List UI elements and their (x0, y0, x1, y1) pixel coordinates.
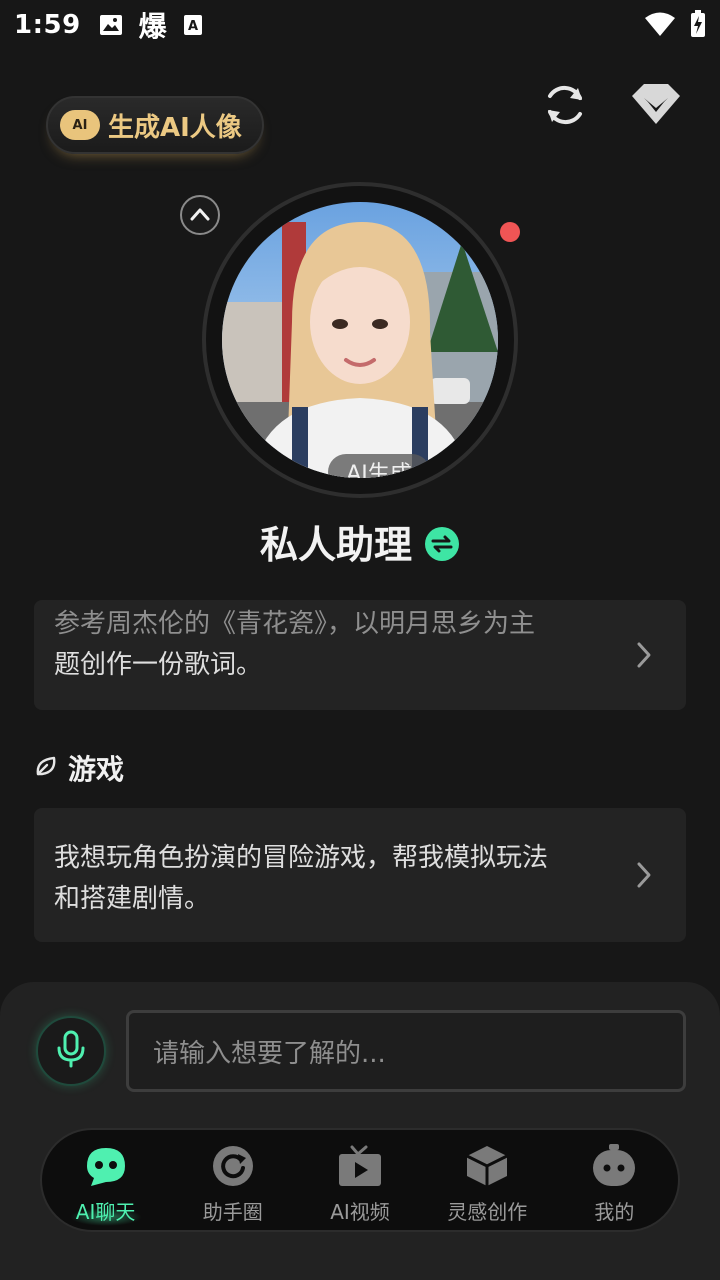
refresh-icon[interactable] (542, 82, 588, 132)
prompt-card-text-line: 我想玩角色扮演的冒险游戏，帮我模拟玩法 (54, 843, 549, 873)
microphone-icon (56, 1030, 86, 1072)
tab-assistant-circle[interactable]: 助手圈 (169, 1130, 296, 1230)
status-bar: 1:59 爆 A (0, 0, 720, 50)
tab-ai-chat[interactable]: AI聊天 (42, 1130, 169, 1230)
gallery-icon (99, 14, 123, 36)
ai-generated-tag: AI生成 (328, 454, 430, 478)
tab-inspiration[interactable]: 灵感创作 (424, 1130, 551, 1230)
font-icon: A (183, 14, 203, 36)
chevron-right-icon (636, 861, 652, 902)
chat-bot-icon (81, 1144, 131, 1192)
tab-label: 灵感创作 (447, 1200, 528, 1224)
assistant-avatar-frame[interactable]: AI生成 (202, 182, 518, 498)
bottom-tab-bar: AI聊天 助手圈 AI视频 灵感创作 我的 (40, 1128, 680, 1232)
leaf-icon (34, 752, 58, 785)
prompt-card-lyrics[interactable]: 参考周杰伦的《青花瓷》，以明月思乡为主 题创作一份歌词。 (34, 600, 686, 710)
svg-text:A: A (188, 19, 198, 34)
tab-label: AI聊天 (75, 1200, 136, 1224)
online-status-dot (500, 222, 520, 242)
cube-icon (462, 1144, 512, 1192)
switch-assistant-icon[interactable] (424, 526, 460, 562)
section-title-label: 游戏 (68, 753, 125, 786)
status-time: 1:59 (14, 10, 81, 40)
voice-input-button[interactable] (36, 1016, 106, 1086)
ai-badge-icon: AI (60, 110, 100, 140)
profile-bot-icon (589, 1144, 639, 1192)
battery-charging-icon (690, 10, 706, 42)
message-input[interactable]: 请输入想要了解的... (126, 1010, 686, 1092)
generate-ai-portrait-label: 生成AI人像 (108, 112, 242, 143)
avatar[interactable]: AI生成 (222, 202, 498, 478)
tab-label: 我的 (594, 1200, 635, 1224)
prompt-card-text-line: 参考周杰伦的《青花瓷》，以明月思乡为主 (54, 609, 536, 639)
diamond-icon[interactable] (630, 82, 682, 130)
assistant-name: 私人助理 (0, 514, 720, 569)
prompt-card-text-line: 和搭建剧情。 (54, 884, 211, 914)
video-icon (335, 1144, 385, 1192)
tab-ai-video[interactable]: AI视频 (296, 1130, 423, 1230)
circle-icon (208, 1144, 258, 1192)
chevron-up-icon (190, 206, 210, 225)
collapse-button[interactable] (180, 195, 220, 235)
generate-ai-portrait-button[interactable]: AI 生成AI人像 (46, 96, 264, 154)
section-title-game: 游戏 (34, 748, 124, 788)
assistant-name-label: 私人助理 (259, 523, 412, 567)
tab-profile[interactable]: 我的 (551, 1130, 678, 1230)
wifi-icon (644, 11, 676, 41)
status-right (644, 10, 706, 42)
prompt-card-text-line: 题创作一份歌词。 (54, 650, 263, 680)
prompt-card-game[interactable]: 我想玩角色扮演的冒险游戏，帮我模拟玩法 和搭建剧情。 (34, 808, 686, 942)
chevron-right-icon (636, 641, 652, 682)
tab-label: 助手圈 (202, 1200, 263, 1224)
explode-char-icon: 爆 (138, 10, 167, 43)
tab-label: AI视频 (330, 1200, 390, 1224)
message-input-placeholder: 请输入想要了解的... (153, 1038, 386, 1069)
